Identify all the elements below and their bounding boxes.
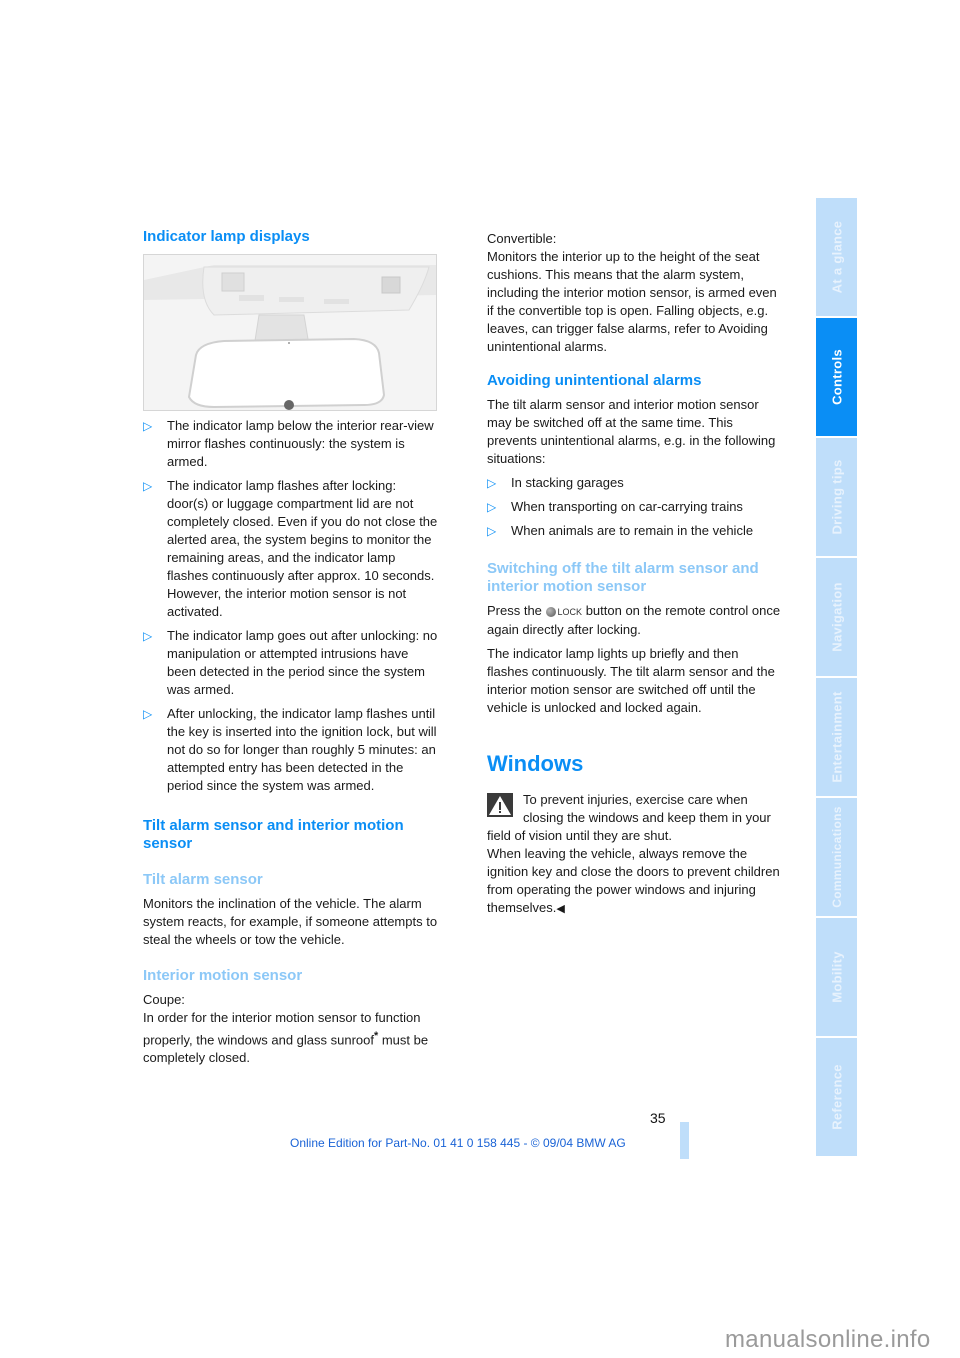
tab-driving-tips[interactable]: Driving tips (816, 438, 857, 556)
left-column: Indicator lamp displays ▷ The indicator l… (143, 228, 438, 1067)
warning-triangle-icon (487, 792, 513, 817)
tab-entertainment[interactable]: Entertainment (816, 678, 857, 796)
tab-communications[interactable]: Communications (816, 798, 857, 916)
press-lock-instruction: Press the LOCK button on the remote cont… (487, 603, 781, 637)
tab-controls[interactable]: Controls (816, 318, 857, 436)
convertible-label: Convertible: (487, 231, 557, 246)
warning-text-1: To prevent injuries, exercise care when … (487, 791, 771, 843)
online-edition-footer: Online Edition for Part-No. 01 41 0 158 … (290, 1136, 626, 1150)
list-item: ▷ When transporting on car-carrying train… (487, 499, 743, 514)
avoiding-alarms-list: ▷ In stacking garages ▷ When transporting … (487, 474, 782, 540)
bullet-arrow-icon: ▷ (487, 500, 497, 514)
subsection-title-tilt-alarm-sensor: Tilt alarm sensor (143, 871, 263, 888)
optional-equipment-asterisk: * (374, 1030, 379, 1042)
tab-mobility[interactable]: Mobility (816, 918, 857, 1036)
list-item: ▷ When animals are to remain in the vehic… (487, 523, 754, 538)
list-item: ▷ The indicator lamp below the interior r… (143, 418, 434, 469)
list-item: ▷ The indicator lamp goes out after unloc… (143, 628, 438, 697)
bullet-arrow-icon: ▷ (143, 707, 153, 721)
list-item: ▷ After unlocking, the indicator lamp fla… (143, 706, 437, 793)
tilt-alarm-description: Monitors the inclination of the vehicle.… (143, 896, 438, 947)
page-marker-bar (680, 1122, 689, 1159)
section-title-switching-off: Switching off the tilt alarm sensor and … (487, 560, 759, 595)
convertible-description: Monitors the interior up to the height o… (487, 249, 777, 354)
section-title-windows: Windows (487, 750, 584, 776)
tab-reference[interactable]: Reference (816, 1038, 857, 1156)
list-item: ▷ In stacking garages (487, 475, 624, 490)
chapter-sidebar: At a glance Controls Driving tips Naviga… (816, 198, 857, 1160)
section-title-tilt-alarm: Tilt alarm sensor and interior motion se… (143, 817, 404, 852)
warning-note: To prevent injuries, exercise care when … (487, 791, 782, 918)
coupe-label: Coupe: (143, 992, 185, 1007)
warning-text-2: When leaving the vehicle, always remove … (487, 845, 780, 915)
subsection-title-interior-motion: Interior motion sensor (143, 967, 303, 984)
right-column: Convertible: Monitors the interior up to… (487, 230, 782, 918)
tab-at-a-glance[interactable]: At a glance (816, 198, 857, 316)
section-title-indicator-lamp: Indicator lamp displays (143, 228, 310, 245)
bullet-arrow-icon: ▷ (143, 629, 153, 643)
switching-off-description: The indicator lamp lights up briefly and… (487, 645, 775, 715)
tab-navigation[interactable]: Navigation (816, 558, 857, 676)
end-of-note-icon: ◀ (556, 902, 565, 915)
bmw-logo-icon (545, 606, 556, 617)
coupe-description: In order for the interior motion sensor … (143, 1010, 429, 1066)
remote-lock-button-icon: LOCK (545, 603, 582, 621)
indicator-lamp-list: ▷ The indicator lamp below the interior r… (143, 417, 438, 795)
avoiding-alarms-description: The tilt alarm sensor and interior motio… (487, 397, 776, 466)
bullet-arrow-icon: ▷ (487, 524, 497, 538)
bullet-arrow-icon: ▷ (143, 419, 153, 433)
mirror-drawing (144, 255, 436, 410)
page-number: 35 (650, 1110, 666, 1126)
list-item: ▷ The indicator lamp flashes after lockin… (143, 478, 438, 619)
watermark: manualsonline.info (725, 1326, 931, 1353)
bullet-arrow-icon: ▷ (143, 479, 153, 493)
section-title-avoiding-alarms: Avoiding unintentional alarms (487, 372, 702, 389)
mirror-illustration (143, 254, 437, 411)
bullet-arrow-icon: ▷ (487, 476, 497, 490)
